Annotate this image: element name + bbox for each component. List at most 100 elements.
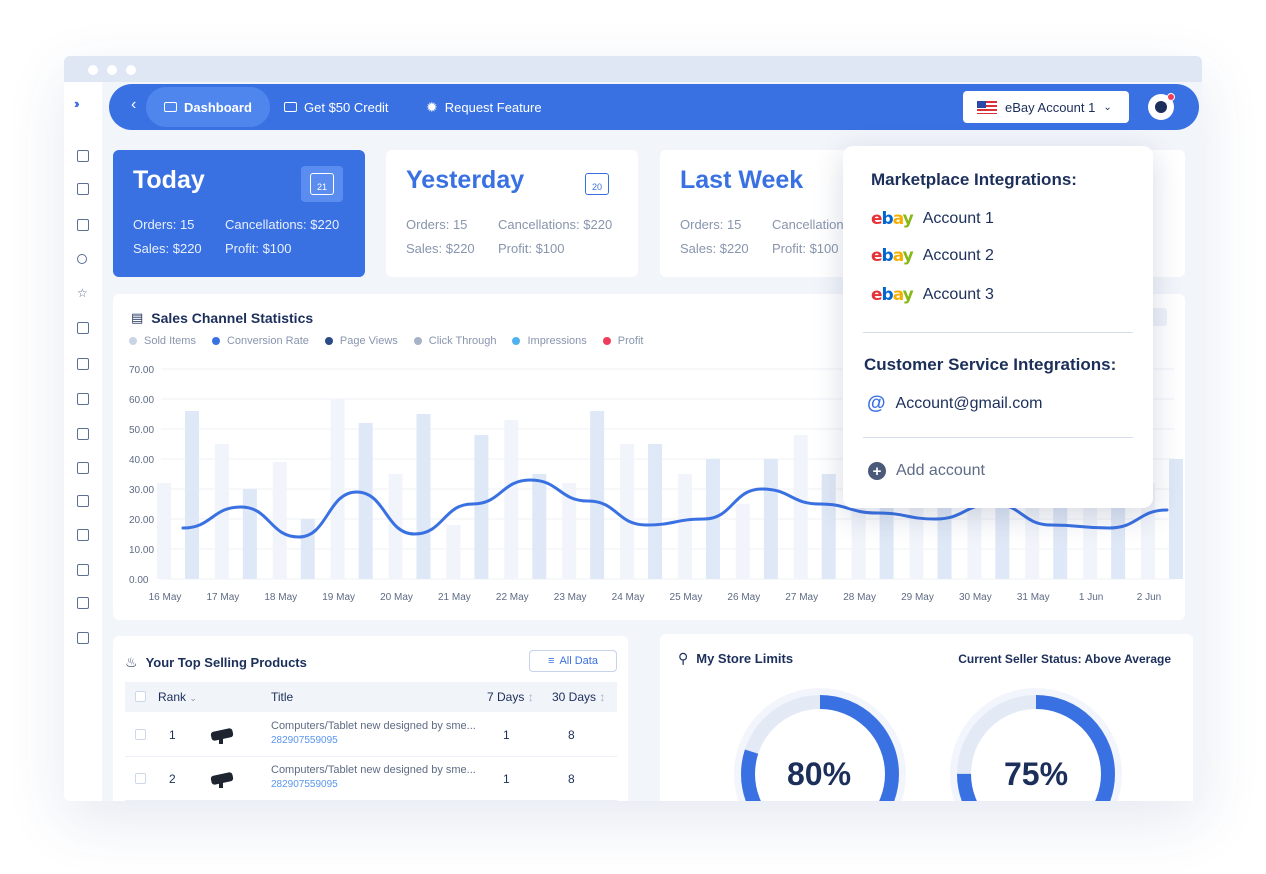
all-data-button[interactable]: ≡ All Data [529,650,617,672]
bar [300,519,315,579]
document-icon[interactable] [77,219,89,231]
marketplace-account-item[interactable]: ebay Account 3 [871,285,994,305]
account-label: Account 3 [922,286,994,303]
tab-dashboard[interactable]: Dashboard [146,87,270,127]
table-row[interactable]: 2 Computers/Tablet new designed by sme..… [125,757,617,801]
header-title: Title [271,690,294,704]
stat-orders: Orders: 15 [680,217,742,232]
row-7days: 1 [503,772,510,786]
monitor-icon[interactable] [77,358,89,370]
window-dot[interactable] [126,65,136,75]
gauge-label-seller: 75% [1004,756,1069,792]
bar [185,411,199,579]
calendar-icon[interactable]: 21 [301,166,343,202]
calendar-icon[interactable]: 20 [576,166,618,202]
account-label: Account 1 [922,210,994,227]
pen-icon[interactable] [77,254,87,264]
sidebar-expand-icon[interactable]: ›› [74,96,79,111]
window-dot[interactable] [88,65,98,75]
stat-cancellations: Cancellations: $220 [225,217,340,232]
stat-profit: Profit: $100 [772,241,839,256]
stat-card-today[interactable]: Today 21 Orders: 15 Cancellations: $220 S… [113,150,365,277]
row-rank: 1 [169,728,176,742]
user-avatar[interactable] [1148,93,1175,120]
stat-orders: Orders: 15 [133,217,195,232]
account-select[interactable]: eBay Account 1 ⌄ [963,91,1129,123]
marketplace-account-item[interactable]: ebay Account 2 [871,246,994,266]
calendar-icon[interactable] [77,183,89,195]
x-tick-label: 21 May [438,592,471,603]
stat-profit: Profit: $100 [225,241,292,256]
delivery-icon[interactable] [77,632,89,644]
row-checkbox[interactable] [135,773,146,784]
dropdown-divider [863,437,1133,438]
stat-sales: Sales: $220 [406,241,475,256]
header-rank[interactable]: Rank ⌄ [158,690,197,704]
x-tick-label: 27 May [785,592,818,603]
stat-card-title: Today [133,166,205,194]
product-title[interactable]: Computers/Tablet new designed by sme... [271,720,476,732]
header-7days-label: 7 Days [487,690,525,704]
x-tick-label: 23 May [554,592,587,603]
stat-card-yesterday[interactable]: Yesterday 20 Orders: 15 Cancellations: $2… [386,150,638,277]
us-flag-icon [977,100,997,114]
bar [590,411,605,579]
y-tick-label: 0.00 [129,575,149,586]
bar [157,483,171,579]
report-icon[interactable] [77,529,89,541]
all-data-label: All Data [559,655,598,667]
stat-sales: Sales: $220 [133,241,202,256]
x-tick-label: 31 May [1017,592,1050,603]
truck-icon[interactable] [77,564,89,576]
product-id-link[interactable]: 282907559095 [271,735,338,746]
user-icon [1155,101,1167,113]
window-dot[interactable] [107,65,117,75]
customer-service-account-item[interactable]: @ Account@gmail.com [867,393,1043,415]
marketplace-account-item[interactable]: ebay Account 1 [871,209,994,229]
search-bag-icon[interactable] [77,428,89,440]
stat-cancellations: Cancellation [772,217,844,232]
product-id-link[interactable]: 282907559095 [271,779,338,790]
x-tick-label: 28 May [843,592,876,603]
ebay-logo-icon: ebay [871,209,914,229]
back-chevron-icon[interactable]: ‹ [131,96,136,114]
money-icon [284,102,297,112]
y-tick-label: 30.00 [129,485,154,496]
tab-get-credit[interactable]: Get $50 Credit [284,87,389,127]
add-account-label: Add account [896,462,985,479]
tab-request-feature[interactable]: ✹ Request Feature [426,87,542,127]
star-icon[interactable]: ☆ [77,287,88,299]
tab-request-feature-label: Request Feature [444,99,542,115]
x-tick-label: 22 May [496,592,529,603]
file-icon[interactable] [77,462,89,474]
row-checkbox[interactable] [135,729,146,740]
table-row[interactable]: 1 Computers/Tablet new designed by sme..… [125,713,617,757]
product-title[interactable]: Computers/Tablet new designed by sme... [271,764,476,776]
notification-dot [1167,93,1175,101]
mail-icon[interactable] [77,322,89,334]
chart-icon[interactable] [77,150,89,162]
cs-account-label: Account@gmail.com [895,395,1043,412]
header-rank-label: Rank [158,690,187,704]
sort-icon: ↕ [599,690,606,704]
stat-sales: Sales: $220 [680,241,749,256]
y-tick-label: 20.00 [129,515,154,526]
add-account-button[interactable]: + Add account [868,462,985,480]
store-icon[interactable] [77,393,89,405]
header-7days[interactable]: 7 Days ↕ [487,690,534,704]
bar [474,435,489,579]
bar [793,435,808,579]
bar [416,414,431,579]
y-tick-label: 70.00 [129,365,154,376]
stat-profit: Profit: $100 [498,241,565,256]
integrations-dropdown: Marketplace Integrations: ebay Account 1… [843,146,1153,508]
x-tick-label: 19 May [322,592,355,603]
select-all-checkbox[interactable] [135,691,146,702]
image-icon[interactable] [77,495,89,507]
x-tick-label: 29 May [901,592,934,603]
flame-icon: ♨ [125,654,138,670]
clipboard-icon[interactable] [77,597,89,609]
calendar-day: 20 [585,173,609,195]
header-30days[interactable]: 30 Days ↕ [552,690,605,704]
table-header: Rank ⌄ Title 7 Days ↕ 30 Days ↕ [125,682,617,712]
